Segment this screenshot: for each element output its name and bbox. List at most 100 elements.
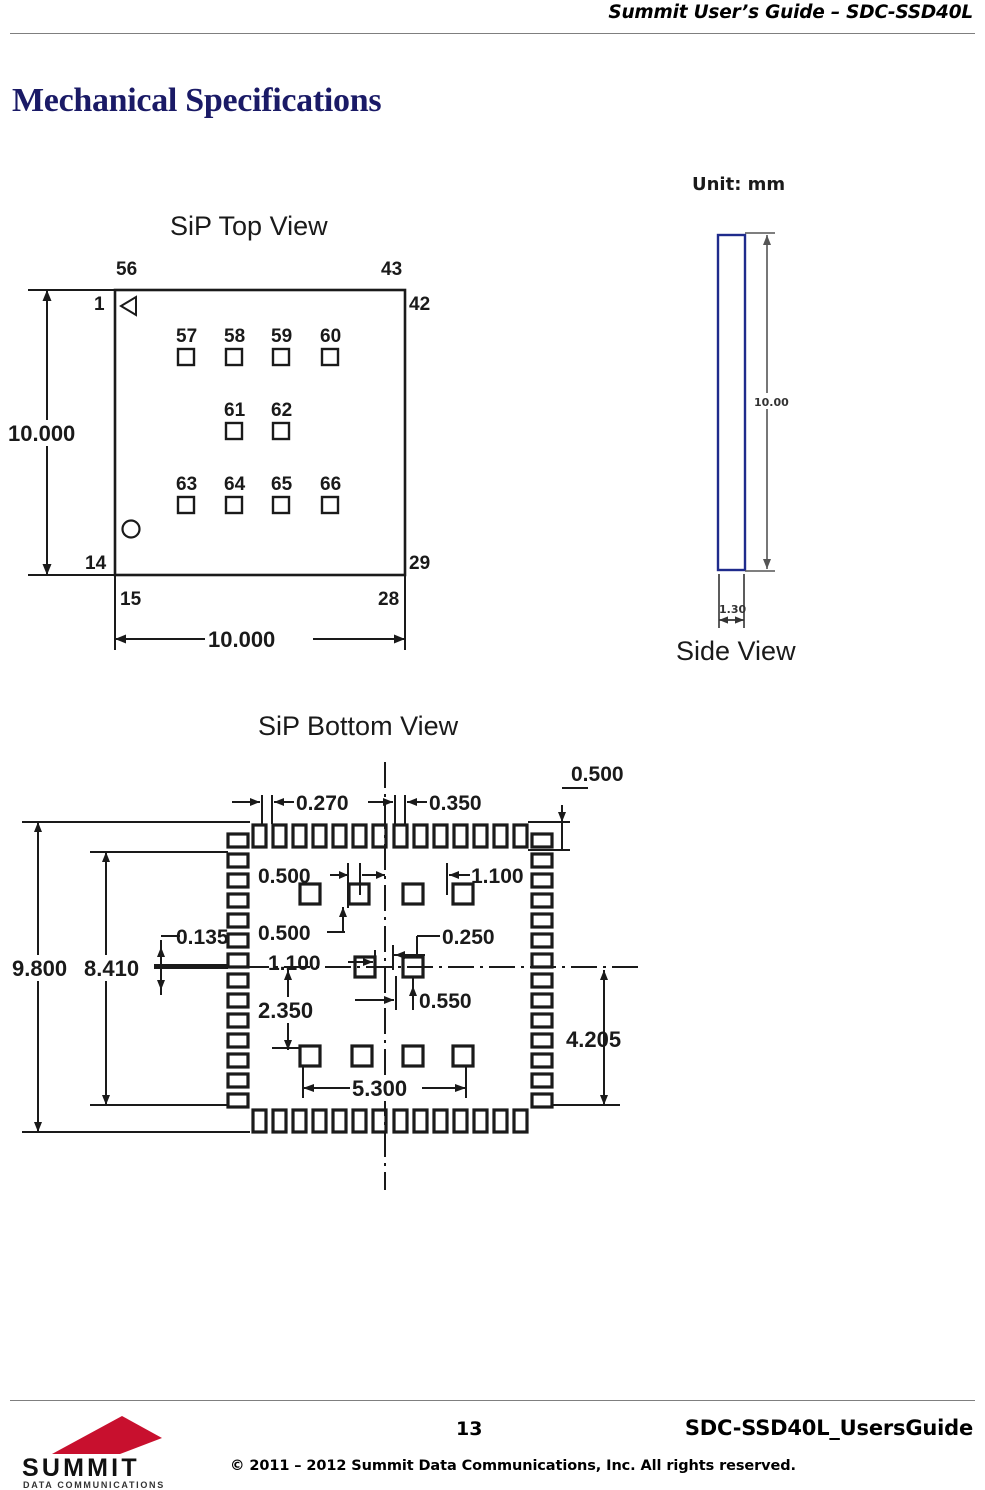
dim-label-2350: 2.350 xyxy=(258,998,313,1023)
dim-arrow-right-icon xyxy=(376,871,385,879)
dim-arrow-right-icon xyxy=(394,634,405,644)
dim-label-0500-inner-lower: 0.500 xyxy=(258,922,311,945)
bottom-view-pad xyxy=(530,832,554,849)
bottom-view-pad xyxy=(530,972,554,989)
dim-pad-offset-right: 0.500 xyxy=(528,763,624,851)
top-view-pad-row-1: 57 58 59 60 xyxy=(176,326,341,367)
bottom-view-pad xyxy=(530,1072,554,1089)
dim-label-8410: 8.410 xyxy=(84,956,139,981)
dim-arrow-up-icon xyxy=(339,907,347,917)
top-view-pad-label: 64 xyxy=(224,474,246,495)
dim-arrow-right-icon xyxy=(250,798,260,806)
dim-label-0250: 0.250 xyxy=(442,926,495,949)
top-view-pad xyxy=(176,495,196,515)
dim-arrow-down-icon xyxy=(42,564,52,575)
sip-bottom-view-drawing: SiP Bottom View 0.270 0.350 0.500 0.500 … xyxy=(10,711,640,1190)
bottom-view-pad xyxy=(530,932,554,949)
summit-logo-tagline: DATA COMMUNICATIONS xyxy=(23,1480,165,1490)
dim-label-4205: 4.205 xyxy=(566,1027,621,1052)
bottom-view-pad xyxy=(311,1108,328,1134)
bottom-view-top-pad-row xyxy=(251,823,529,849)
bottom-view-pad xyxy=(331,1108,348,1134)
thickness-bar xyxy=(152,964,228,969)
bottom-view-inner-pad xyxy=(451,882,475,906)
bottom-view-inner-pad xyxy=(451,1044,475,1068)
dim-arrow-up-icon xyxy=(558,812,566,822)
bottom-view-pad xyxy=(530,892,554,909)
bottom-view-pad xyxy=(251,1108,268,1134)
bottom-view-pad xyxy=(351,1108,368,1134)
dim-arrow-down-icon xyxy=(763,559,771,569)
bottom-view-left-pad-column xyxy=(226,832,250,1109)
dim-label-9800: 9.800 xyxy=(12,956,67,981)
bottom-view-title: SiP Bottom View xyxy=(258,711,459,741)
top-view-pad xyxy=(271,347,291,367)
top-view-pad xyxy=(320,495,340,515)
bottom-view-pad xyxy=(530,952,554,969)
bottom-view-pad xyxy=(512,1108,529,1134)
header-title: Summit User’s Guide – SDC-SSD40L xyxy=(608,2,973,23)
bottom-view-pad xyxy=(311,823,328,849)
bottom-view-pad xyxy=(271,1108,288,1134)
dim-arrow-up-icon xyxy=(157,947,165,957)
bottom-view-pad xyxy=(530,1052,554,1069)
dim-arrow-up-icon xyxy=(409,986,417,996)
dim-arrow-left-icon xyxy=(719,616,728,624)
top-view-pad-label: 65 xyxy=(271,474,293,495)
bottom-view-pad xyxy=(226,1052,250,1069)
dim-arrow-down-icon xyxy=(157,980,165,990)
dim-inner-pad-lower-span: 1.100 xyxy=(268,950,376,975)
copyright-notice: © 2011 – 2012 Summit Data Communications… xyxy=(230,1458,796,1474)
top-view-pad xyxy=(224,347,244,367)
bottom-view-inner-pad xyxy=(298,1044,322,1068)
bottom-view-pad xyxy=(452,1108,469,1134)
bottom-view-pad xyxy=(251,823,268,849)
dim-arrow-up-icon xyxy=(42,290,52,301)
summit-logo: SUMMIT DATA COMMUNICATIONS xyxy=(22,1414,187,1490)
bottom-view-pad xyxy=(226,952,250,969)
dim-label-0270: 0.270 xyxy=(296,792,349,815)
sip-top-view-drawing: SiP Top View 10.000 10.000 56 43 1 42 14… xyxy=(5,211,430,652)
bottom-view-inner-pad-row-lower xyxy=(298,1044,475,1068)
dim-pad-thickness: 0.135 xyxy=(152,926,229,995)
side-view-title: Side View xyxy=(676,636,796,666)
bottom-view-pad xyxy=(452,823,469,849)
bottom-view-pad xyxy=(530,872,554,889)
top-view-pad-label: 58 xyxy=(224,326,245,347)
dim-arrow-right-icon xyxy=(339,871,348,879)
bottom-view-inner-pad xyxy=(350,1044,374,1068)
bottom-view-pad xyxy=(472,823,489,849)
dim-label-0500-inner-left: 0.500 xyxy=(258,865,311,888)
side-view-height-dimension: 10.00 xyxy=(754,396,789,409)
bottom-view-pad xyxy=(226,1092,250,1109)
dim-arrow-right-icon xyxy=(383,798,393,806)
top-view-pad xyxy=(271,421,291,441)
dim-inner-pad-right: 1.100 xyxy=(446,863,524,895)
bottom-view-pad xyxy=(530,1032,554,1049)
bottom-view-pad xyxy=(226,872,250,889)
dim-arrow-left-icon xyxy=(303,1084,314,1092)
bottom-view-pad xyxy=(432,1108,449,1134)
top-view-pin-right-bottom: 29 xyxy=(409,553,430,574)
bottom-view-inner-pad xyxy=(401,882,425,906)
side-view-thickness-dimension: 1.30 xyxy=(719,603,746,616)
top-view-pad-label: 60 xyxy=(320,326,341,347)
bottom-view-pad xyxy=(226,852,250,869)
top-view-pad-row-2: 61 62 xyxy=(224,400,292,441)
footer-divider xyxy=(10,1400,975,1401)
unit-label: Unit: mm xyxy=(692,174,785,195)
bottom-view-right-pad-column xyxy=(530,832,554,1109)
top-view-height-dimension: 10.000 xyxy=(8,421,75,446)
mechanical-drawing-figure: SiP Top View 10.000 10.000 56 43 1 42 14… xyxy=(0,150,985,1230)
side-view-drawing: Unit: mm 10.00 1.30 Side View xyxy=(676,174,796,666)
page-footer: SUMMIT DATA COMMUNICATIONS 13 SDC-SSD40L… xyxy=(0,1380,985,1490)
bottom-view-pad xyxy=(226,1072,250,1089)
top-view-width-dimension: 10.000 xyxy=(208,627,275,652)
bottom-view-pad xyxy=(530,1092,554,1109)
dim-arrow-down-icon xyxy=(102,1095,110,1105)
top-view-pad-label: 63 xyxy=(176,474,197,495)
bottom-view-pad xyxy=(512,823,529,849)
bottom-view-pad xyxy=(331,823,348,849)
top-view-pad xyxy=(224,495,244,515)
top-view-pad-label: 57 xyxy=(176,326,197,347)
